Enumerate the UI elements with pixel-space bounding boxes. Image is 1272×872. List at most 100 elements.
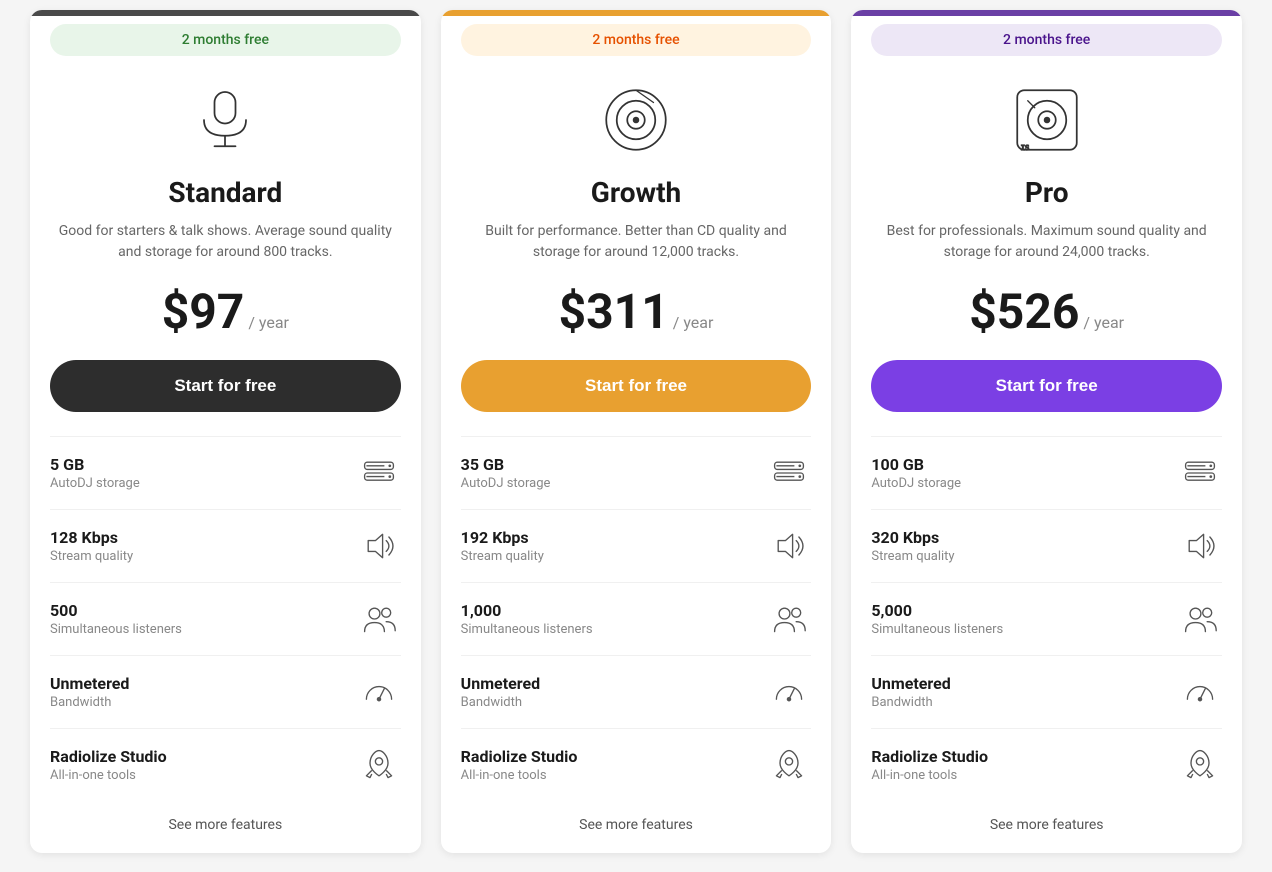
feature-label: All-in-one tools [871, 768, 988, 783]
feature-text: 1,000 Simultaneous listeners [461, 601, 593, 637]
badge-pro: 2 months free [871, 24, 1222, 56]
cta-button-growth[interactable]: Start for free [461, 360, 812, 412]
feature-item: 500 Simultaneous listeners [50, 582, 401, 655]
see-more-standard[interactable]: See more features [168, 817, 282, 833]
plan-name-growth: Growth [591, 176, 681, 209]
vinyl-icon [601, 85, 671, 155]
feature-item: 5,000 Simultaneous listeners [871, 582, 1222, 655]
feature-label: Bandwidth [461, 695, 540, 710]
feature-item: Unmetered Bandwidth [50, 655, 401, 728]
speaker-icon [361, 528, 397, 564]
feature-label: AutoDJ storage [50, 476, 140, 491]
plan-name-standard: Standard [168, 176, 282, 209]
feature-text: 128 Kbps Stream quality [50, 528, 133, 564]
plan-icon-pro: IS [1007, 80, 1087, 160]
feature-label: Stream quality [871, 549, 954, 564]
feature-item: Unmetered Bandwidth [871, 655, 1222, 728]
users-icon [361, 601, 397, 637]
price-amount: $97 [162, 283, 245, 340]
feature-value: 5 GB [50, 455, 140, 474]
feature-label: Stream quality [50, 549, 133, 564]
feature-text: 100 GB AutoDJ storage [871, 455, 961, 491]
feature-value: Unmetered [871, 674, 950, 693]
feature-value: Radiolize Studio [871, 747, 988, 766]
feature-value: Unmetered [461, 674, 540, 693]
feature-item: Radiolize Studio All-in-one tools [50, 728, 401, 801]
cta-button-pro[interactable]: Start for free [871, 360, 1222, 412]
rocket-icon [771, 747, 807, 783]
feature-text: Unmetered Bandwidth [461, 674, 540, 710]
feature-label: Bandwidth [871, 695, 950, 710]
feature-item: 128 Kbps Stream quality [50, 509, 401, 582]
feature-text: Unmetered Bandwidth [50, 674, 129, 710]
feature-item: 1,000 Simultaneous listeners [461, 582, 812, 655]
feature-value: Radiolize Studio [50, 747, 167, 766]
features-list-growth: 35 GB AutoDJ storage 192 Kbps Stream qua… [441, 436, 832, 801]
feature-item: Radiolize Studio All-in-one tools [871, 728, 1222, 801]
storage-icon [1182, 455, 1218, 491]
feature-text: Radiolize Studio All-in-one tools [50, 747, 167, 783]
features-list-standard: 5 GB AutoDJ storage 128 Kbps Stream qual… [30, 436, 421, 801]
plan-icon-standard [185, 80, 265, 160]
svg-text:IS: IS [1020, 144, 1028, 152]
badge-standard: 2 months free [50, 24, 401, 56]
feature-text: 5,000 Simultaneous listeners [871, 601, 1003, 637]
speaker-icon [771, 528, 807, 564]
feature-item: 192 Kbps Stream quality [461, 509, 812, 582]
plan-desc-growth: Built for performance. Better than CD qu… [441, 221, 832, 263]
plan-icon-growth [596, 80, 676, 160]
features-list-pro: 100 GB AutoDJ storage 320 Kbps Stream qu… [851, 436, 1242, 801]
feature-text: 320 Kbps Stream quality [871, 528, 954, 564]
disc-icon: IS [1012, 85, 1082, 155]
feature-label: AutoDJ storage [461, 476, 551, 491]
feature-label: Bandwidth [50, 695, 129, 710]
users-icon [771, 601, 807, 637]
see-more-pro[interactable]: See more features [990, 817, 1104, 833]
plan-card-pro: 2 months free IS Pro Best for profession… [851, 10, 1242, 853]
feature-text: Radiolize Studio All-in-one tools [871, 747, 988, 783]
plan-price-growth: $311 / year [559, 283, 714, 340]
price-period: / year [673, 313, 714, 332]
storage-icon [361, 455, 397, 491]
see-more-growth[interactable]: See more features [579, 817, 693, 833]
feature-value: 320 Kbps [871, 528, 954, 547]
rocket-icon [1182, 747, 1218, 783]
storage-icon [771, 455, 807, 491]
feature-text: 35 GB AutoDJ storage [461, 455, 551, 491]
feature-label: Simultaneous listeners [50, 622, 182, 637]
feature-value: 35 GB [461, 455, 551, 474]
plans-container: 2 months free Standard Good for starters… [0, 10, 1272, 853]
plan-desc-pro: Best for professionals. Maximum sound qu… [851, 221, 1242, 263]
feature-value: 500 [50, 601, 182, 620]
feature-item: 35 GB AutoDJ storage [461, 436, 812, 509]
feature-text: 192 Kbps Stream quality [461, 528, 544, 564]
plan-price-pro: $526 / year [969, 283, 1124, 340]
price-amount: $526 [969, 283, 1079, 340]
feature-label: AutoDJ storage [871, 476, 961, 491]
feature-text: 5 GB AutoDJ storage [50, 455, 140, 491]
feature-label: Simultaneous listeners [461, 622, 593, 637]
feature-text: Radiolize Studio All-in-one tools [461, 747, 578, 783]
feature-label: All-in-one tools [461, 768, 578, 783]
price-amount: $311 [559, 283, 669, 340]
plan-name-pro: Pro [1025, 176, 1069, 209]
feature-item: 320 Kbps Stream quality [871, 509, 1222, 582]
gauge-icon [361, 674, 397, 710]
feature-value: Unmetered [50, 674, 129, 693]
users-icon [1182, 601, 1218, 637]
feature-value: 5,000 [871, 601, 1003, 620]
badge-growth: 2 months free [461, 24, 812, 56]
feature-value: Radiolize Studio [461, 747, 578, 766]
speaker-icon [1182, 528, 1218, 564]
plan-price-standard: $97 / year [162, 283, 289, 340]
plan-desc-standard: Good for starters & talk shows. Average … [30, 221, 421, 263]
gauge-icon [1182, 674, 1218, 710]
plan-card-standard: 2 months free Standard Good for starters… [30, 10, 421, 853]
price-period: / year [1083, 313, 1124, 332]
feature-item: 100 GB AutoDJ storage [871, 436, 1222, 509]
feature-value: 128 Kbps [50, 528, 133, 547]
microphone-icon [190, 85, 260, 155]
feature-label: Stream quality [461, 549, 544, 564]
feature-value: 1,000 [461, 601, 593, 620]
cta-button-standard[interactable]: Start for free [50, 360, 401, 412]
